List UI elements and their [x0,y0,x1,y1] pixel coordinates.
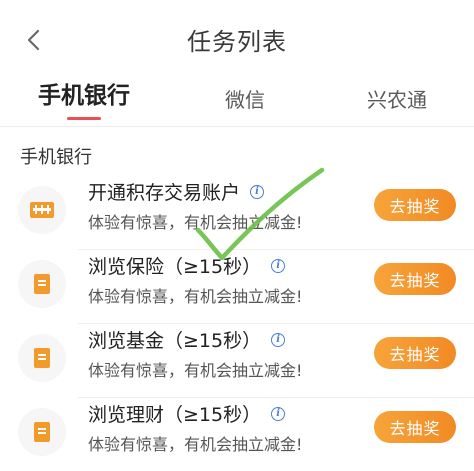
task-row: 浏览基金（≥15秒） i 体验有惊喜，有机会抽立减金! 去抽奖 [0,324,474,398]
account-card-icon [30,202,54,218]
draw-lottery-button[interactable]: 去抽奖 [374,189,456,221]
task-icon-container [18,334,66,382]
task-subtitle: 体验有惊喜，有机会抽立减金! [88,213,303,232]
task-subtitle: 体验有惊喜，有机会抽立减金! [88,435,303,454]
task-row: 浏览保险（≥15秒） i 体验有惊喜，有机会抽立减金! 去抽奖 [0,250,474,324]
tab-mobile-banking[interactable]: 手机银行 [38,76,130,110]
task-title-line: 浏览保险（≥15秒） i [88,252,286,279]
document-icon [34,422,50,442]
task-icon-container [18,408,66,456]
info-icon[interactable]: i [271,258,286,273]
task-title-line: 开通积存交易账户 i [88,178,265,205]
tabs-divider [0,126,474,127]
draw-lottery-button[interactable]: 去抽奖 [374,411,456,443]
task-title-line: 浏览理财（≥15秒） i [88,400,286,427]
task-icon-container [18,260,66,308]
tab-bar: 手机银行 微信 兴农通 [0,70,474,126]
info-icon[interactable]: i [250,184,265,199]
task-title: 开通积存交易账户 [88,182,241,204]
draw-lottery-button[interactable]: 去抽奖 [374,263,456,295]
task-list-page: 任务列表 手机银行 微信 兴农通 手机银行 开通积存交易账户 i 体验有惊喜，有… [0,0,474,471]
page-title: 任务列表 [187,28,287,56]
task-icon-container [18,186,66,234]
draw-lottery-button[interactable]: 去抽奖 [374,337,456,369]
task-row: 开通积存交易账户 i 体验有惊喜，有机会抽立减金! 去抽奖 [0,176,474,250]
task-subtitle: 体验有惊喜，有机会抽立减金! [88,287,303,306]
section-title: 手机银行 [20,147,92,168]
document-icon [34,348,50,368]
info-icon[interactable]: i [271,406,286,421]
task-subtitle: 体验有惊喜，有机会抽立减金! [88,361,303,380]
task-title-line: 浏览基金（≥15秒） i [88,326,286,353]
tab-wechat[interactable]: 微信 [225,84,265,113]
task-title: 浏览理财（≥15秒） [88,404,262,426]
task-title: 浏览基金（≥15秒） [88,330,262,352]
info-icon[interactable]: i [271,332,286,347]
header: 任务列表 [0,0,474,68]
task-title: 浏览保险（≥15秒） [88,256,262,278]
tab-xingnongtong[interactable]: 兴农通 [367,84,427,113]
document-icon [34,274,50,294]
task-row: 浏览理财（≥15秒） i 体验有惊喜，有机会抽立减金! 去抽奖 [0,398,474,471]
active-tab-indicator [67,117,101,120]
